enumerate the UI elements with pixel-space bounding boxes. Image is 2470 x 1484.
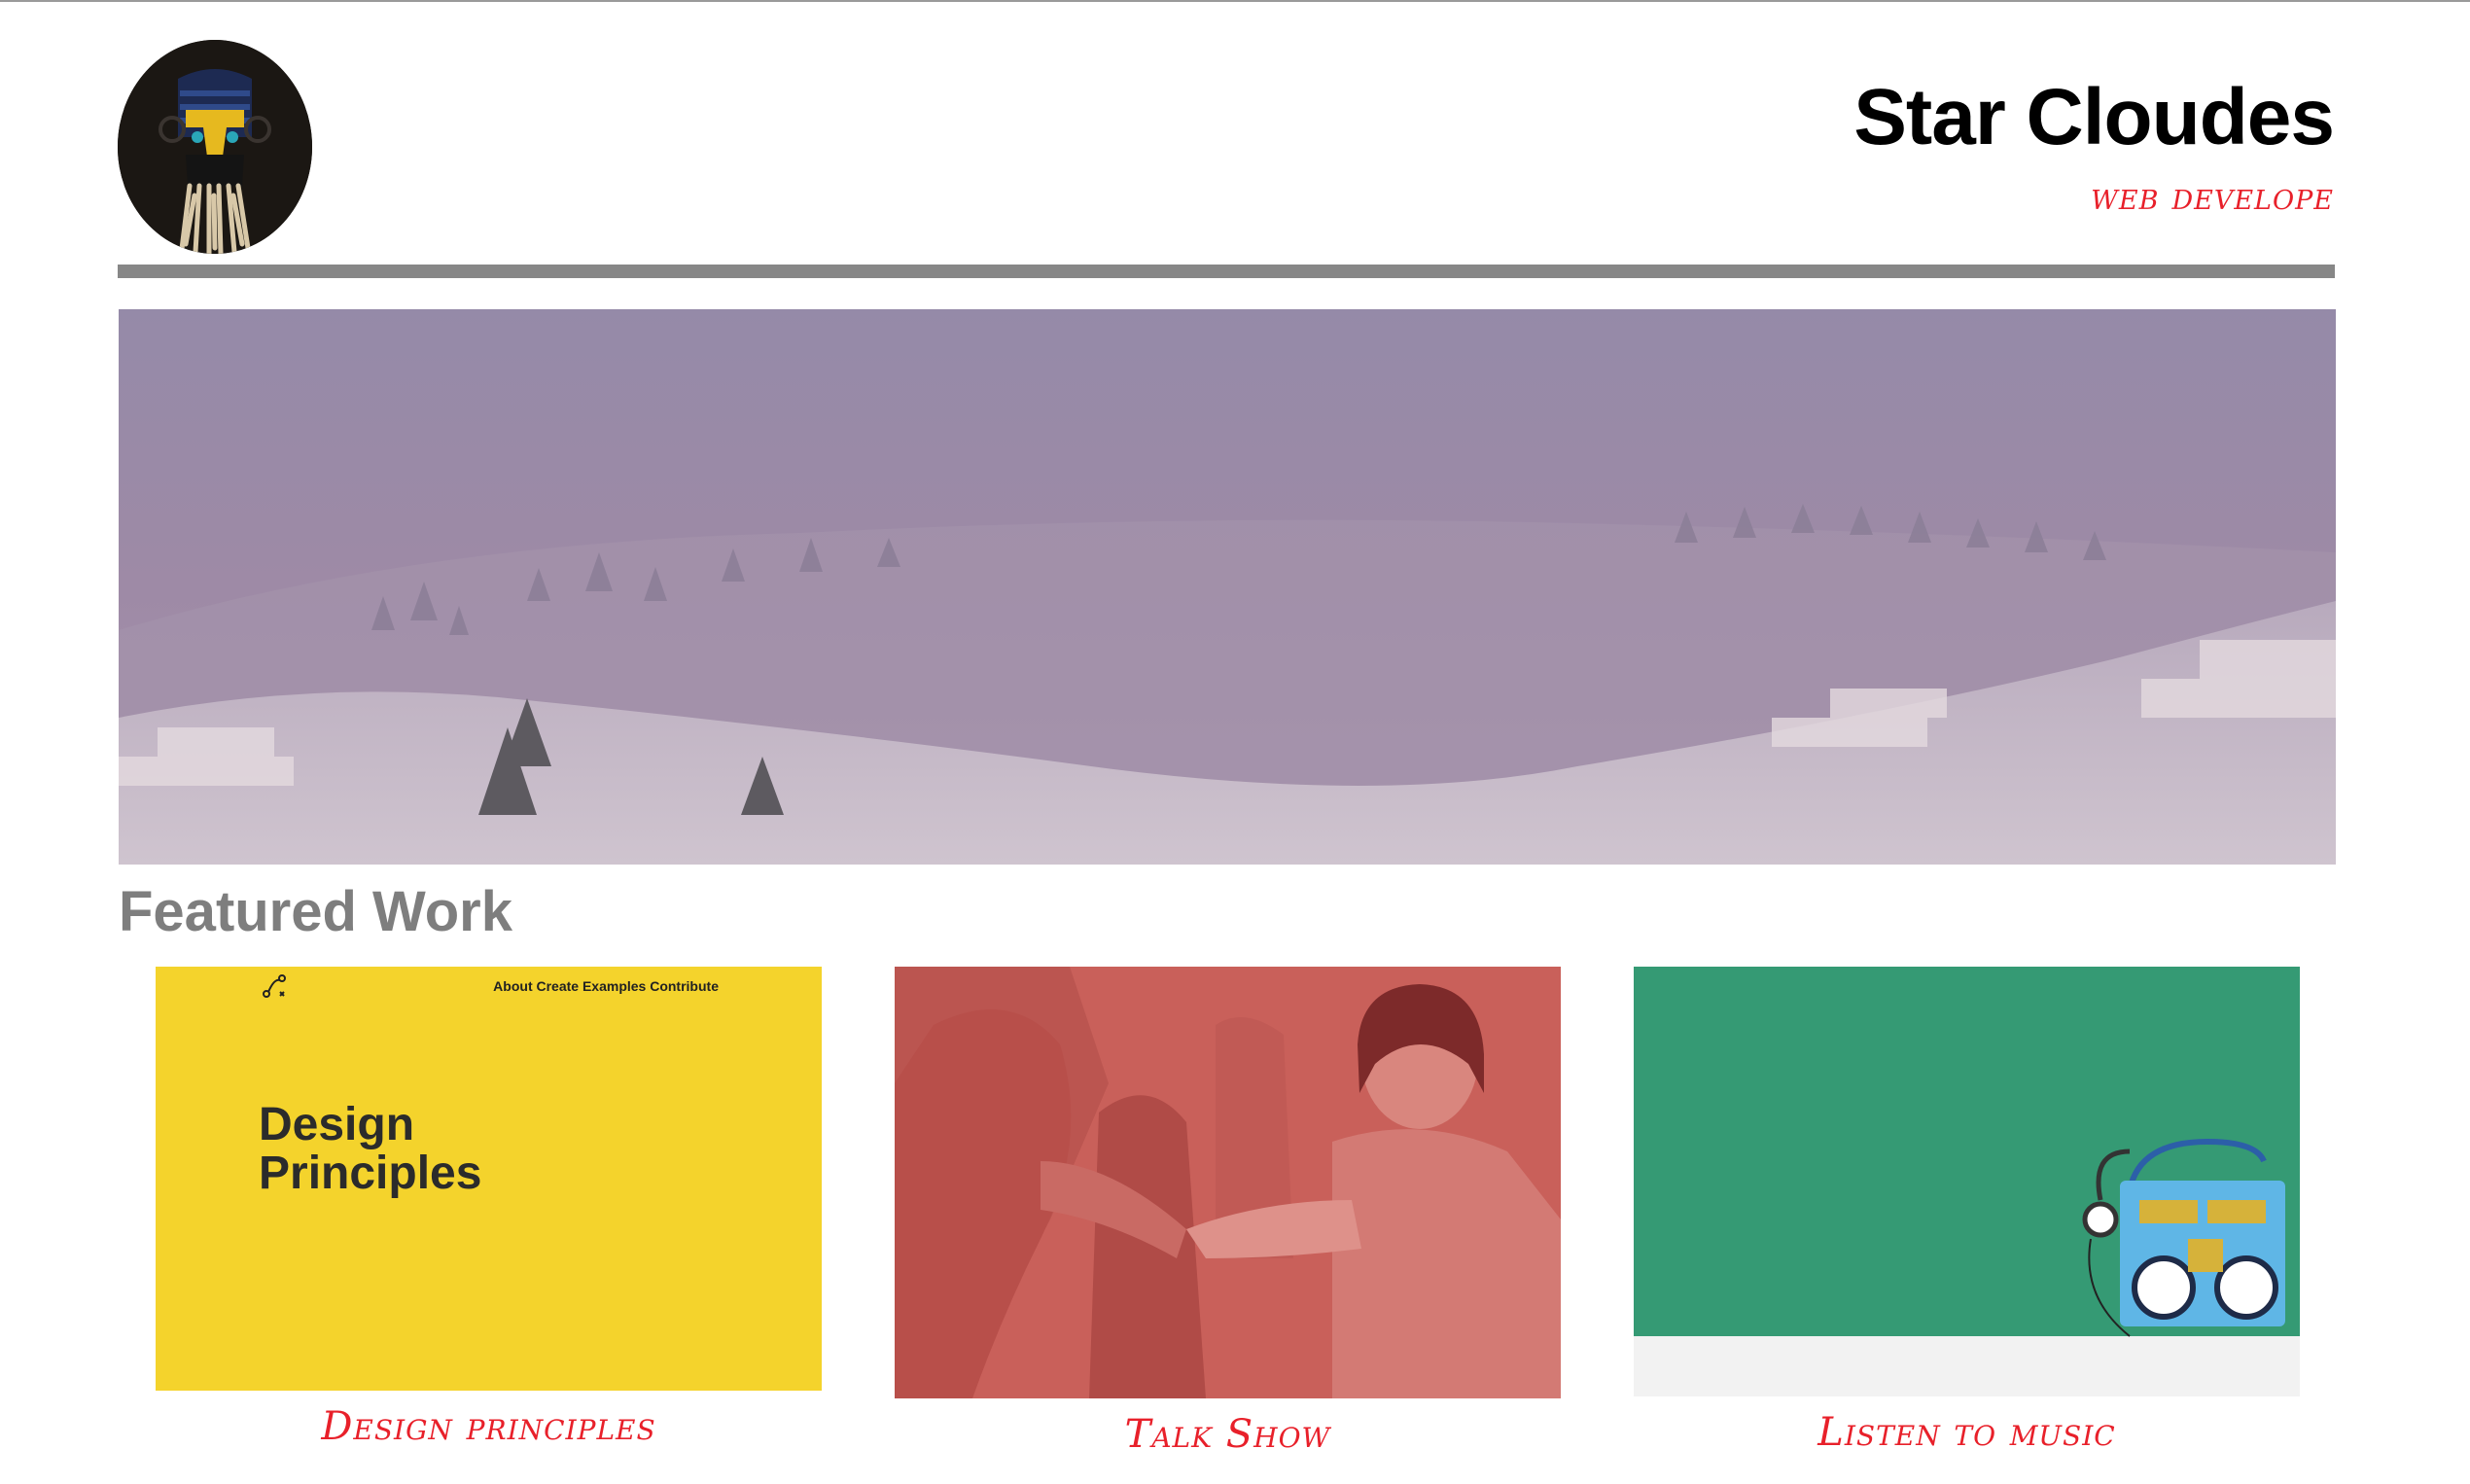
site-header: Star Cloudes web develope — [1853, 73, 2335, 219]
thumbnail-title: Design Principles — [259, 1099, 648, 1200]
featured-card-listen-to-music[interactable]: Listen to music — [1634, 967, 2300, 1455]
talk-show-thumbnail[interactable] — [895, 967, 1561, 1398]
design-principles-thumbnail[interactable]: About Create Examples Contribute Design … — [156, 967, 822, 1391]
listen-to-music-thumbnail[interactable] — [1634, 967, 2300, 1396]
boombox-photo — [1634, 967, 2300, 1396]
header-divider — [118, 265, 2335, 278]
featured-card-talk-show[interactable]: Talk Show — [895, 967, 1561, 1457]
talk-show-photo — [895, 967, 1561, 1398]
site-subtitle: web develope — [2091, 175, 2334, 218]
thumbnail-nav: About Create Examples Contribute — [493, 978, 719, 994]
snowy-landscape-image — [119, 309, 2336, 865]
vector-path-icon — [263, 974, 286, 998]
hero-banner-image — [119, 309, 2336, 865]
site-title: Star Cloudes — [1853, 73, 2335, 161]
thumbnail-title-line2: Principles — [259, 1148, 482, 1200]
thumbnail-title-line1: Design — [259, 1099, 415, 1150]
masked-figure-avatar-icon — [118, 40, 312, 254]
top-rule — [0, 0, 2470, 2]
avatar[interactable] — [118, 40, 312, 254]
card-caption-talk-show[interactable]: Talk Show — [895, 1412, 1561, 1457]
card-caption-design-principles[interactable]: Design principles — [156, 1404, 822, 1449]
featured-card-design-principles[interactable]: About Create Examples Contribute Design … — [156, 967, 822, 1449]
featured-work-heading: Featured Work — [119, 880, 513, 943]
card-caption-listen-to-music[interactable]: Listen to music — [1634, 1410, 2300, 1455]
